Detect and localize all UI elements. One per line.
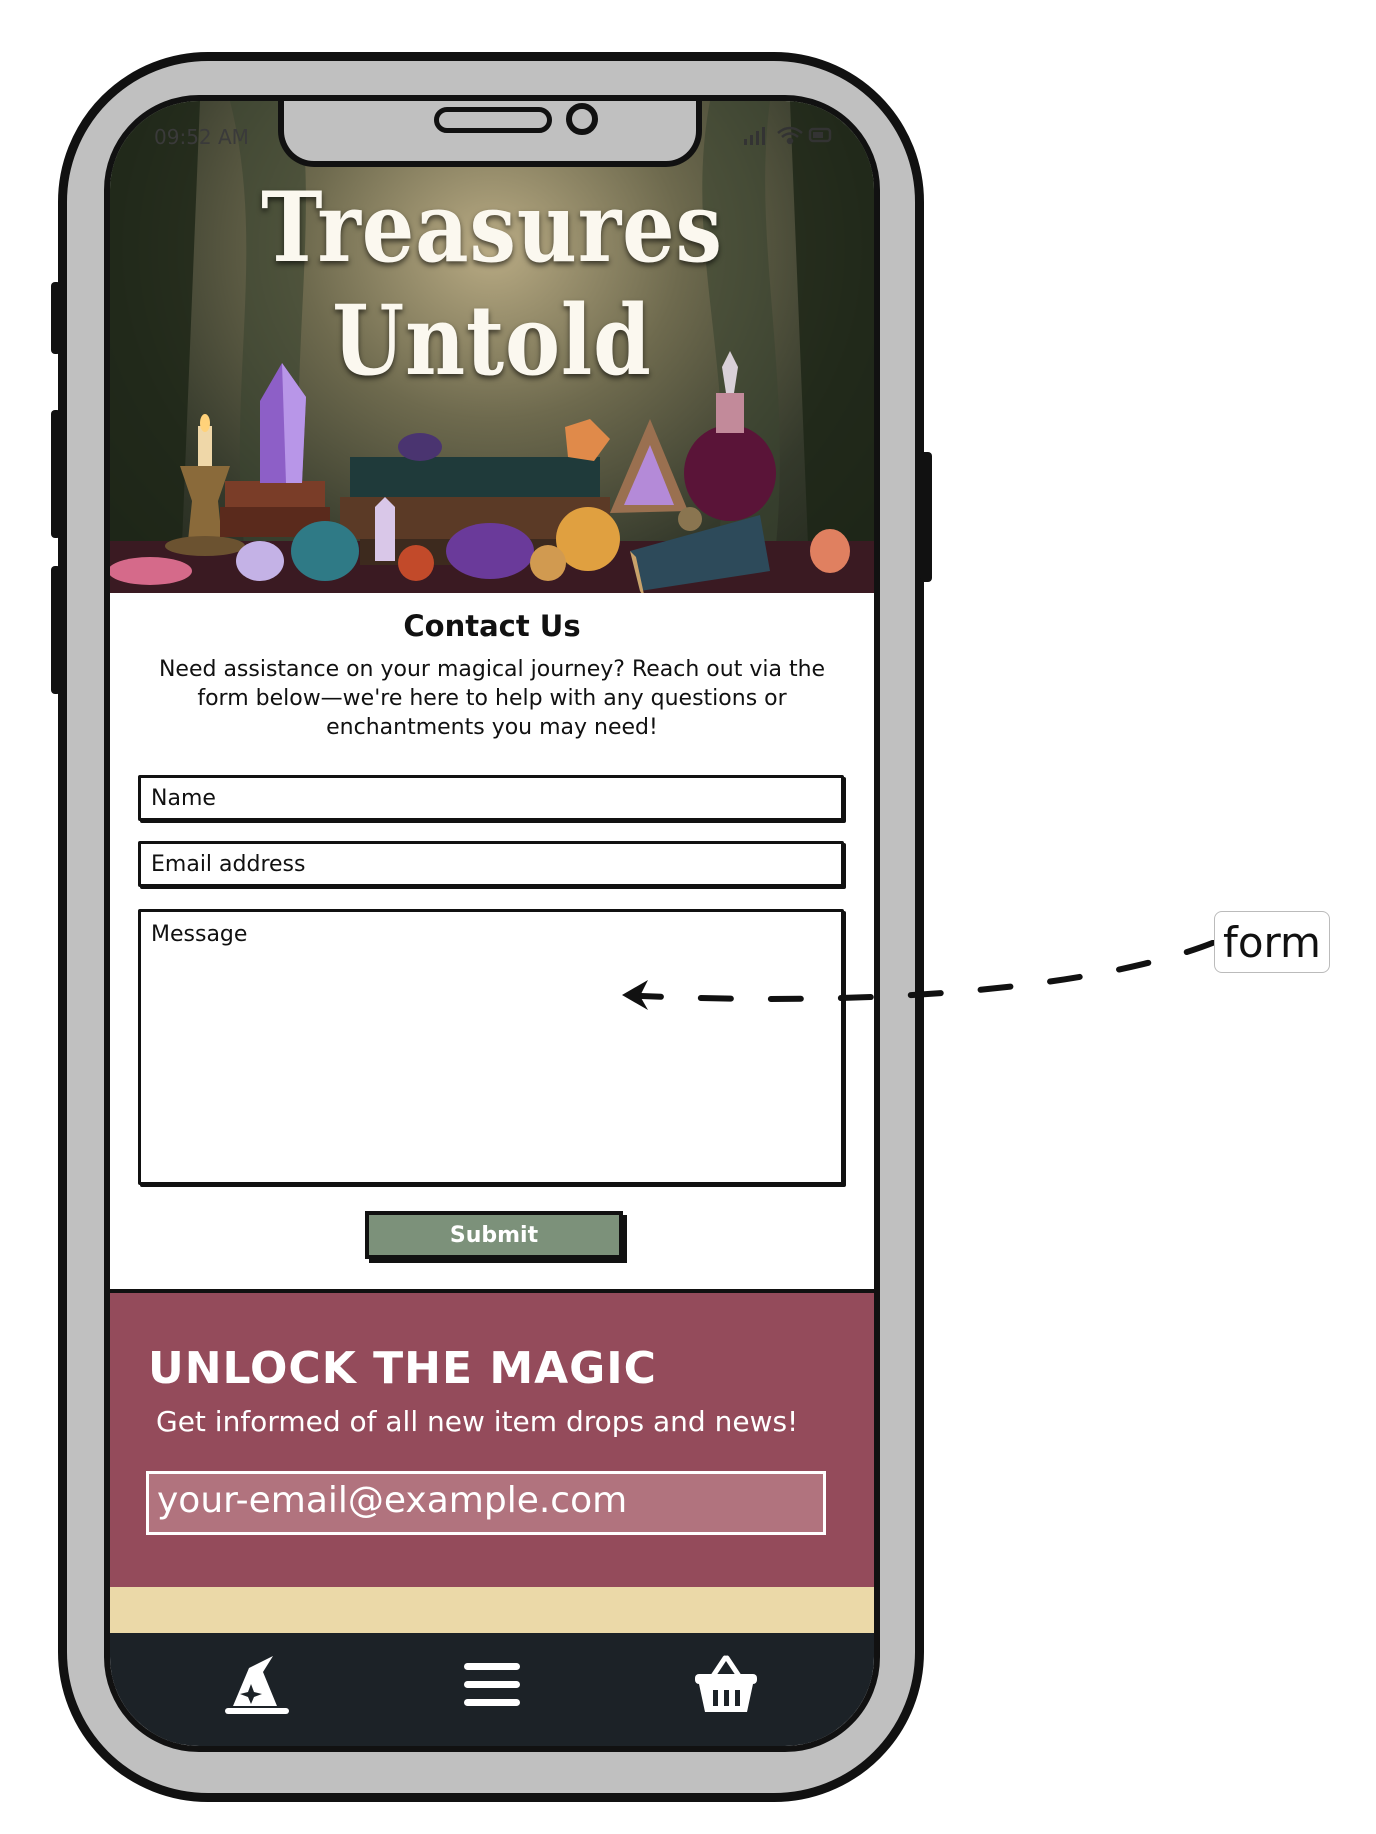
newsletter-email-input[interactable]: your-email@example.com: [146, 1471, 826, 1535]
wizard-hat-icon[interactable]: [220, 1653, 292, 1717]
battery-icon: [808, 127, 832, 143]
newsletter-subtitle: Get informed of all new item drops and n…: [156, 1405, 799, 1438]
footer-strip: [110, 1587, 874, 1633]
basket-icon[interactable]: [690, 1653, 762, 1717]
newsletter-email-placeholder: your-email@example.com: [157, 1480, 628, 1521]
status-icons: [744, 123, 834, 152]
speaker-icon: [434, 107, 552, 133]
side-button-volume-down: [51, 566, 61, 694]
email-placeholder: Email address: [151, 852, 306, 877]
side-button-mute: [51, 282, 61, 354]
submit-button[interactable]: Submit: [365, 1211, 623, 1259]
form-annotation-label: form: [1214, 911, 1330, 973]
newsletter-title: UNLOCK THE MAGIC: [148, 1343, 657, 1394]
newsletter-section: [110, 1289, 874, 1591]
signal-icon: [744, 127, 765, 145]
site-title: Treasures Untold: [261, 171, 723, 397]
contact-description: Need assistance on your magical journey?…: [158, 657, 826, 740]
hero-banner: 09:52 AM Treasures Untold: [110, 101, 874, 593]
status-time: 09:52 AM: [154, 125, 249, 149]
menu-icon[interactable]: [456, 1653, 528, 1717]
side-button-power: [920, 452, 932, 582]
message-placeholder: Message: [151, 922, 248, 947]
camera-icon: [566, 103, 598, 135]
contact-title: Contact Us: [403, 609, 581, 643]
annotation-arrow: [617, 940, 1218, 1010]
phone-notch: [278, 101, 702, 167]
phone-screen: 09:52 AM Treasures Untold Contact Us Nee…: [104, 95, 880, 1752]
name-placeholder: Name: [151, 786, 216, 811]
name-field[interactable]: Name: [138, 775, 844, 821]
email-field[interactable]: Email address: [138, 841, 844, 887]
wifi-icon: [777, 126, 803, 145]
side-button-volume-up: [51, 410, 61, 538]
